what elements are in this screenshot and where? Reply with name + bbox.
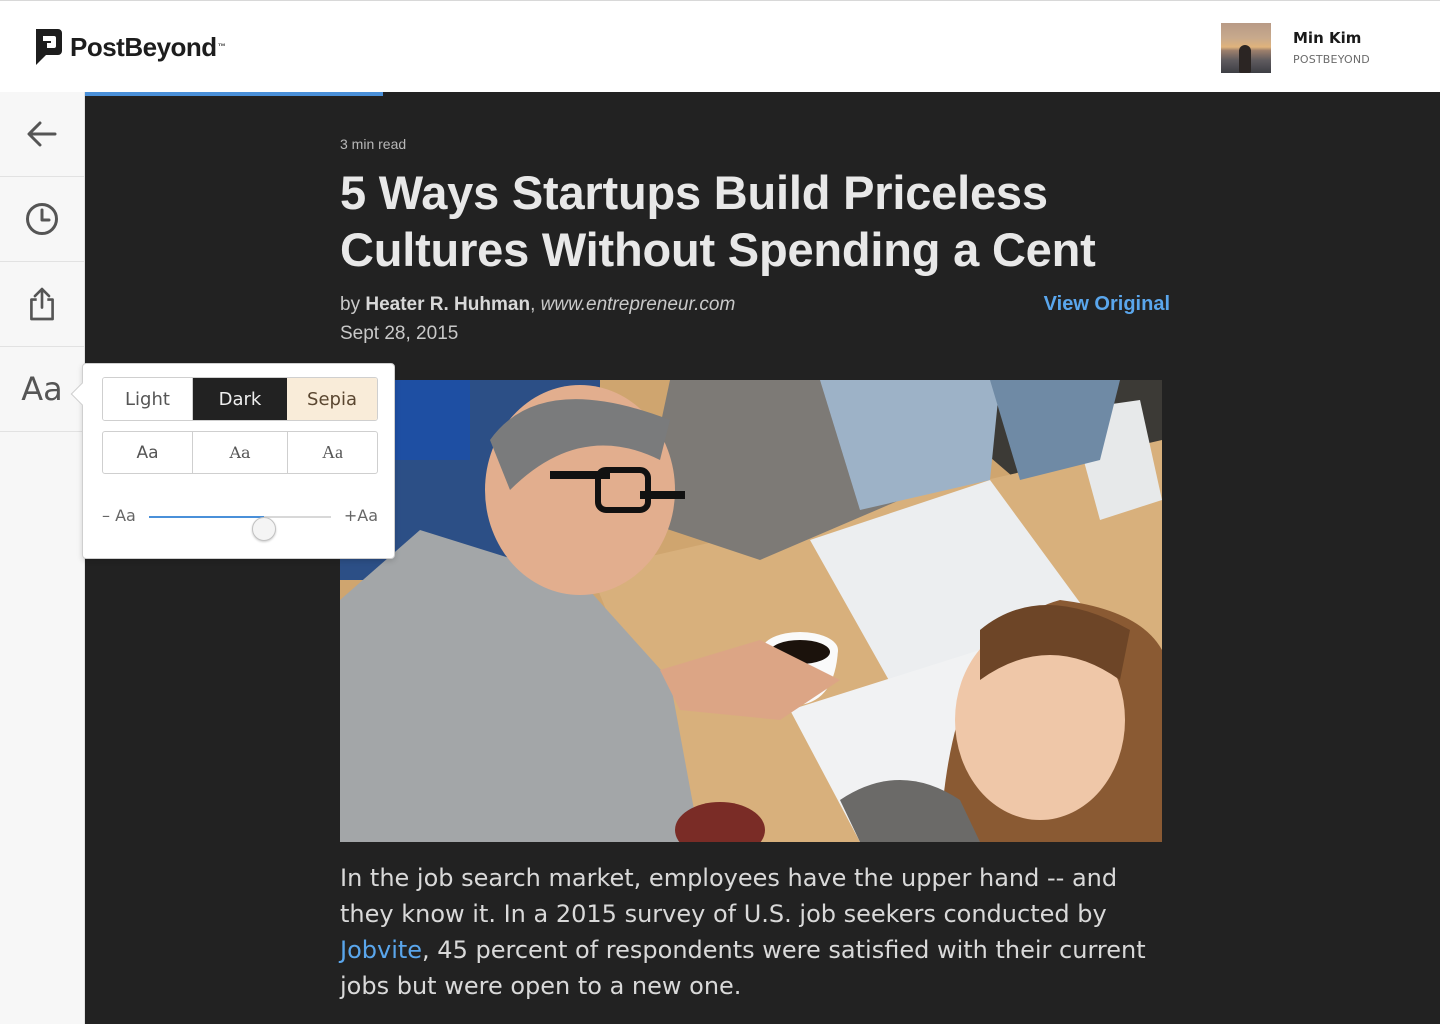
- byline: by Heater R. Huhman, www.entrepreneur.co…: [340, 294, 735, 316]
- body-text-after-link: , 45 percent of respondents were satisfi…: [340, 936, 1146, 1000]
- article-body-paragraph: In the job search market, employees have…: [340, 860, 1170, 1004]
- logo-text: PostBeyond™: [70, 32, 226, 62]
- font-selector: Aa Aa Aa: [102, 431, 378, 474]
- text-settings-button[interactable]: Aa: [0, 347, 84, 432]
- text-settings-popover: Light Dark Sepia Aa Aa Aa – Aa +Aa: [70, 363, 395, 559]
- share-button[interactable]: [0, 262, 84, 347]
- theme-light-button[interactable]: Light: [103, 378, 193, 420]
- postbeyond-logo[interactable]: PostBeyond™: [34, 27, 226, 67]
- publish-date: Sept 28, 2015: [340, 323, 459, 344]
- font-size-slider-thumb[interactable]: [251, 517, 276, 541]
- back-button[interactable]: [0, 92, 84, 177]
- user-name: Min Kim: [1293, 29, 1362, 47]
- font-sans-button[interactable]: Aa: [103, 432, 193, 473]
- theme-sepia-button[interactable]: Sepia: [287, 378, 377, 420]
- increase-size-label[interactable]: +Aa: [344, 506, 378, 525]
- user-org: POSTBEYOND: [1293, 53, 1370, 66]
- body-text-before-link: In the job search market, employees have…: [340, 864, 1118, 928]
- postbeyond-logo-icon: [36, 29, 62, 65]
- history-button[interactable]: [0, 177, 84, 262]
- theme-selector: Light Dark Sepia: [102, 377, 378, 421]
- article-title: 5 Ways Startups Build Priceless Cultures…: [340, 166, 1096, 276]
- author-name: Heater R. Huhman: [365, 294, 531, 315]
- sidebar: Aa: [0, 92, 85, 1024]
- read-time: 3 min read: [340, 136, 407, 152]
- arrow-left-icon: [27, 121, 57, 147]
- article-hero-image: [340, 380, 1162, 842]
- reading-progress-fill: [85, 92, 384, 96]
- share-icon: [30, 287, 54, 321]
- decrease-size-label[interactable]: – Aa: [102, 506, 136, 525]
- source-domain: www.entrepreneur.com: [540, 294, 736, 315]
- article-photo-illustration: [340, 380, 1162, 842]
- top-header: PostBeyond™ Min Kim POSTBEYOND: [0, 0, 1440, 92]
- user-menu[interactable]: Min Kim POSTBEYOND: [1221, 23, 1370, 73]
- byline-separator: ,: [530, 294, 541, 315]
- user-info: Min Kim POSTBEYOND: [1293, 29, 1370, 66]
- font-serif-button[interactable]: Aa: [193, 432, 288, 473]
- font-size-control: – Aa +Aa: [102, 504, 378, 541]
- view-original-link[interactable]: View Original: [1044, 293, 1170, 316]
- clock-icon: [26, 203, 58, 235]
- jobvite-link[interactable]: Jobvite: [340, 936, 422, 964]
- font-size-slider-fill: [149, 516, 264, 518]
- avatar[interactable]: [1221, 23, 1271, 73]
- font-classic-button[interactable]: Aa: [288, 432, 377, 473]
- reading-progress-bar: [85, 92, 1440, 96]
- text-settings-label: Aa: [21, 370, 63, 408]
- byline-prefix: by: [340, 294, 366, 315]
- font-size-slider[interactable]: [149, 516, 331, 541]
- theme-dark-button[interactable]: Dark: [193, 378, 287, 420]
